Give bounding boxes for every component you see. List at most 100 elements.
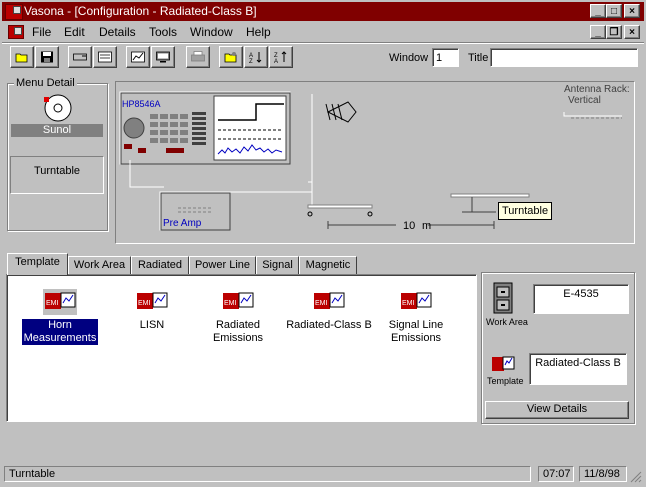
- resize-grip-icon[interactable]: [630, 471, 642, 483]
- menu-tools[interactable]: Tools: [149, 25, 177, 39]
- template-lisn[interactable]: EMI LISN: [106, 289, 198, 332]
- template-label: Horn Measurements: [21, 319, 99, 345]
- status-time: 07:07: [538, 466, 574, 482]
- work-area-label: Work Area: [486, 317, 528, 327]
- folder-keys-icon: [224, 52, 237, 63]
- title-label: Title: [468, 52, 489, 64]
- menu-bar: File Edit Details Tools Window Help _ ❐ …: [2, 22, 644, 41]
- status-date: 11/8/98: [579, 466, 627, 482]
- emi-template-icon: EMI: [312, 289, 346, 315]
- template-label: Radiated Emissions: [212, 319, 264, 344]
- sort-ascending-icon: AZ: [249, 52, 262, 63]
- template-label: Template: [487, 376, 524, 386]
- status-message: Turntable: [4, 466, 531, 482]
- print-setup-button[interactable]: [68, 46, 92, 68]
- maximize-button[interactable]: □: [606, 4, 622, 18]
- print-icon: [191, 51, 205, 62]
- monitor-button[interactable]: [151, 46, 175, 68]
- tab-magnetic[interactable]: Magnetic: [299, 256, 357, 274]
- template-label: Signal Line Emissions: [388, 319, 444, 344]
- svg-text:A: A: [274, 59, 278, 63]
- template-value: Radiated-Class B: [529, 353, 627, 385]
- turntable-device-icon: [44, 94, 72, 122]
- title-bar: Vasona - [Configuration - Radiated-Class…: [2, 2, 644, 21]
- sort-descending-icon: ZA: [274, 51, 287, 63]
- app-icon[interactable]: [5, 4, 23, 20]
- work-area-value: E-4535: [533, 284, 629, 314]
- antenna-rack-value: Vertical: [568, 95, 601, 106]
- tab-power-line[interactable]: Power Line: [189, 256, 256, 274]
- turntable-tooltip: Turntable: [498, 202, 553, 220]
- toolbar: AZ ZA Window Title: [2, 44, 644, 72]
- menu-file[interactable]: File: [32, 25, 51, 39]
- template-list: EMI Horn Measurements EMI LISN EMI Radiat…: [6, 274, 477, 422]
- menu-detail-label: Menu Detail: [14, 77, 77, 89]
- svg-text:EMI: EMI: [138, 300, 151, 307]
- emi-template-icon: EMI: [399, 289, 433, 315]
- sort-ascending-button[interactable]: AZ: [244, 46, 268, 68]
- svg-text:EMI: EMI: [315, 300, 328, 307]
- close-button[interactable]: ×: [624, 4, 640, 18]
- open-icon: [15, 53, 28, 63]
- menu-details[interactable]: Details: [99, 25, 136, 39]
- template-label: Radiated-Class B: [286, 319, 372, 331]
- antenna-rack-label: Antenna Rack:: [564, 84, 630, 95]
- test-setup-diagram: HP8546A Pre Amp Antenna Rack: Vertical 1…: [115, 81, 635, 244]
- file-cabinet-icon: [493, 282, 513, 314]
- emi-template-icon: [491, 355, 515, 375]
- child-minimize-button[interactable]: _: [590, 25, 606, 39]
- window-number-input[interactable]: [432, 48, 459, 67]
- child-close-button[interactable]: ×: [624, 25, 640, 39]
- svg-text:Z: Z: [249, 59, 253, 63]
- emi-template-icon: EMI: [135, 289, 169, 315]
- graph-button[interactable]: [126, 46, 150, 68]
- test-icon: [98, 51, 112, 63]
- folder-keys-button[interactable]: [219, 46, 243, 68]
- distance-unit: m: [422, 220, 431, 232]
- title-input[interactable]: [490, 48, 638, 67]
- svg-text:EMI: EMI: [402, 300, 415, 307]
- template-radiated-class-b[interactable]: EMI Radiated-Class B: [283, 289, 375, 332]
- preamp-label: Pre Amp: [163, 218, 202, 229]
- work-area-panel: Work Area E-4535 Template Radiated-Class…: [481, 272, 635, 424]
- emi-template-icon: EMI: [221, 289, 255, 315]
- menu-detail-group: Menu Detail Sunol Turntable: [7, 77, 108, 231]
- template-horn-measurements[interactable]: EMI Horn Measurements: [14, 289, 106, 345]
- svg-text:EMI: EMI: [46, 300, 59, 307]
- print-setup-icon: [73, 53, 87, 61]
- selection-text: Turntable: [33, 165, 81, 177]
- analyzer-label: HP8546A: [122, 99, 161, 109]
- test-button[interactable]: [93, 46, 117, 68]
- template-radiated-emissions[interactable]: EMI Radiated Emissions: [192, 289, 284, 345]
- sort-descending-button[interactable]: ZA: [269, 46, 293, 68]
- template-signal-line-emissions[interactable]: EMI Signal Line Emissions: [370, 289, 462, 345]
- maximize-icon: □: [610, 6, 618, 17]
- save-button[interactable]: [35, 46, 59, 68]
- status-bar: Turntable 07:07 11/8/98: [2, 463, 644, 485]
- svg-text:EMI: EMI: [224, 300, 237, 307]
- document-icon[interactable]: [8, 25, 24, 39]
- graph-icon: [131, 51, 145, 63]
- device-label: Sunol: [11, 124, 103, 137]
- template-label: LISN: [139, 319, 165, 331]
- print-button[interactable]: [186, 46, 210, 68]
- diagram-canvas: HP8546A Pre Amp Antenna Rack: Vertical 1…: [119, 84, 630, 232]
- view-details-button[interactable]: View Details: [485, 401, 629, 419]
- minimize-button[interactable]: _: [590, 4, 606, 18]
- selection-box: Turntable: [10, 156, 104, 194]
- tab-template[interactable]: Template: [7, 253, 68, 275]
- menu-edit[interactable]: Edit: [64, 25, 85, 39]
- tab-radiated[interactable]: Radiated: [131, 256, 189, 274]
- distance-value: 10: [403, 220, 415, 232]
- child-restore-button[interactable]: ❐: [606, 25, 622, 39]
- monitor-icon: [156, 51, 170, 63]
- window-label: Window: [389, 52, 429, 64]
- save-icon: [41, 51, 53, 63]
- tab-work-area[interactable]: Work Area: [68, 256, 131, 274]
- window-title: Vasona - [Configuration - Radiated-Class…: [24, 4, 257, 18]
- emi-template-icon: EMI: [43, 289, 77, 315]
- menu-window[interactable]: Window: [190, 25, 233, 39]
- open-button[interactable]: [10, 46, 34, 68]
- tab-signal[interactable]: Signal: [256, 256, 299, 274]
- menu-help[interactable]: Help: [246, 25, 271, 39]
